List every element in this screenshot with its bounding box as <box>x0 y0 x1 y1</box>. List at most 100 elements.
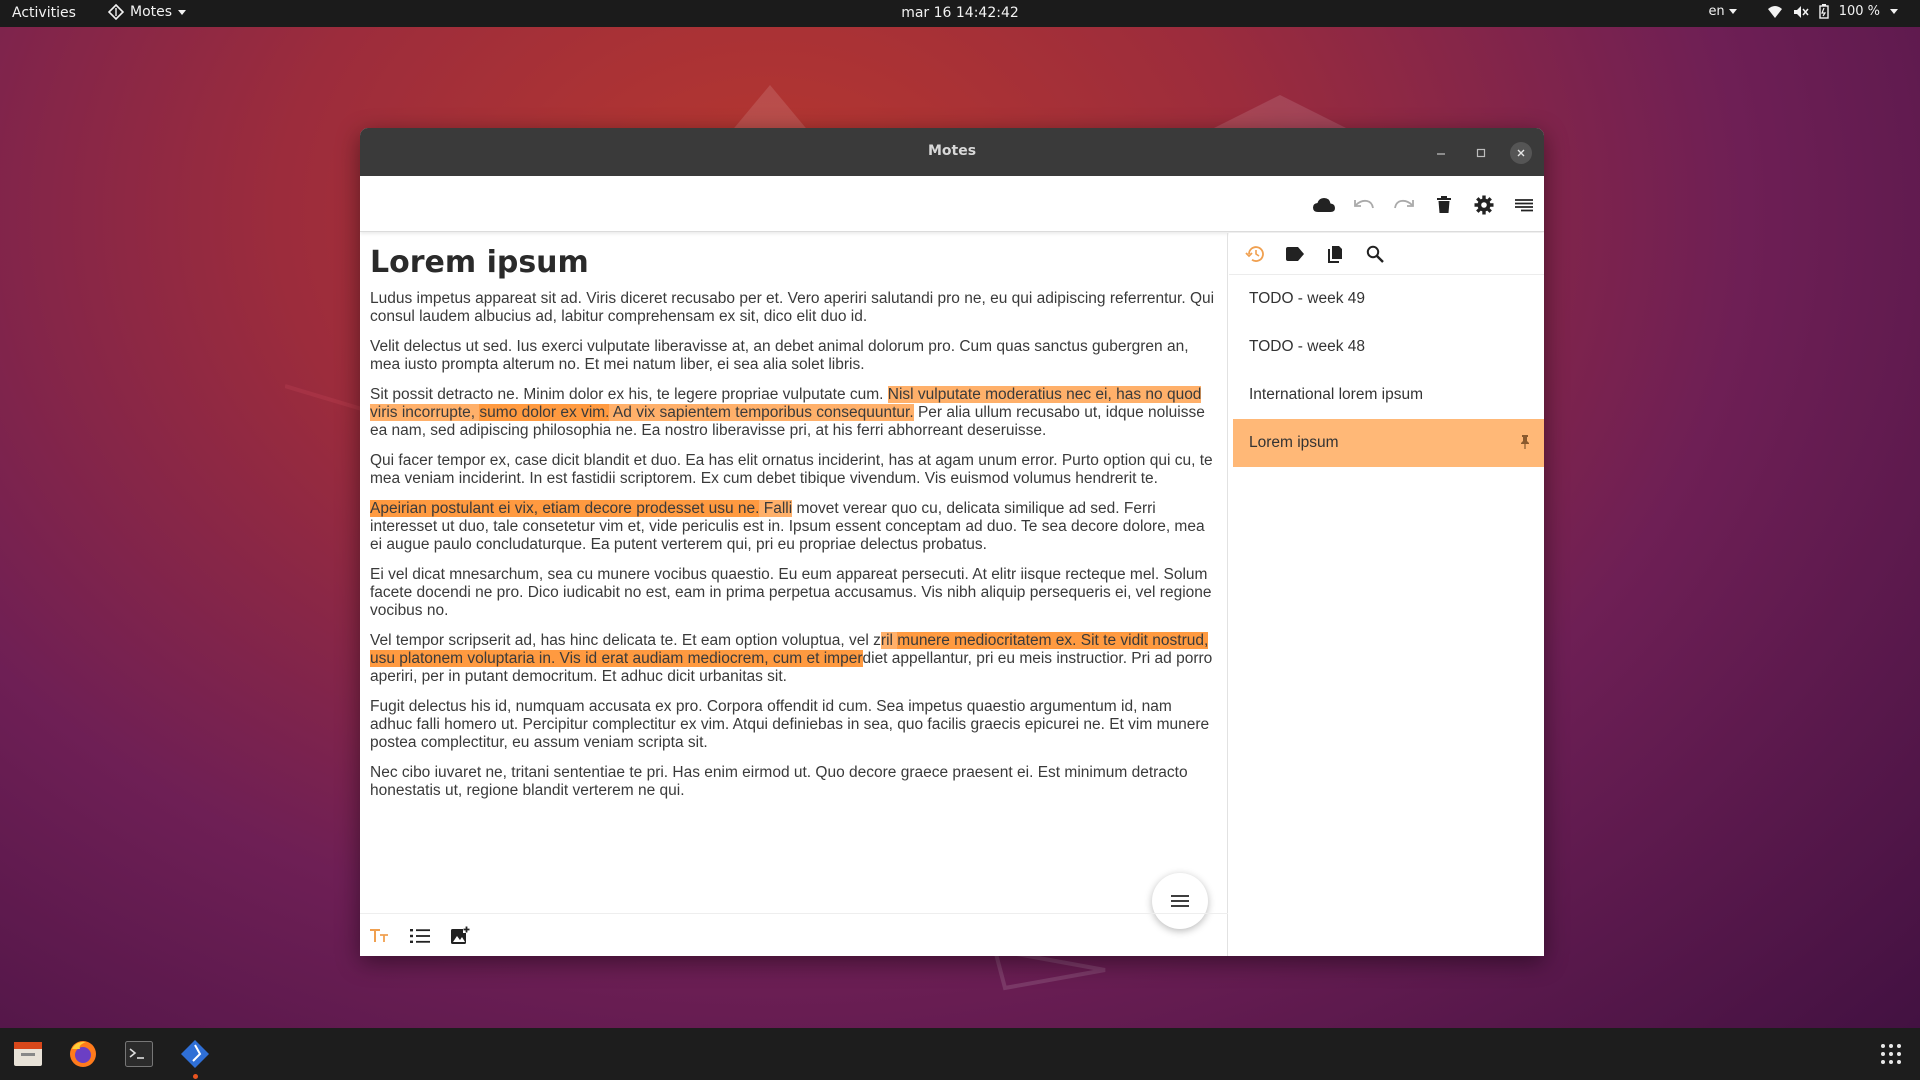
paragraph-text: Vel tempor scripserit ad, has hinc delic… <box>370 632 881 649</box>
battery-icon <box>1818 4 1829 19</box>
tab-recent[interactable] <box>1242 241 1268 267</box>
paragraph-text: Sit possit detracto ne. Minim dolor ex h… <box>370 386 888 403</box>
list-item[interactable]: International lorem ipsum <box>1233 371 1544 419</box>
tag-icon <box>1286 247 1304 261</box>
highlighted-text: Apeirian postulant ei vix, etiam decore … <box>370 500 760 517</box>
undo-button[interactable] <box>1351 192 1377 218</box>
note-editor[interactable]: Lorem ipsum Ludus impetus appareat sit a… <box>360 233 1228 956</box>
paragraph-text: Nec cibo iuvaret ne, tritani sententiae … <box>370 764 1188 799</box>
paragraph-text: Fugit delectus his id, numquam accusata … <box>370 698 1210 751</box>
paragraph-text: Velit delectus ut sed. Ius exerci vulput… <box>370 338 1189 373</box>
settings-button[interactable] <box>1471 192 1497 218</box>
undo-icon <box>1354 199 1374 209</box>
gear-icon <box>1474 195 1494 215</box>
language-label: en <box>1708 4 1725 19</box>
cloud-icon <box>1313 198 1335 212</box>
toolbar <box>360 176 1544 232</box>
running-indicator <box>193 1074 198 1079</box>
note-list-label: TODO - week 48 <box>1249 338 1366 355</box>
note-list-label: International lorem ipsum <box>1249 386 1424 403</box>
list-item[interactable]: TODO - week 48 <box>1233 323 1544 371</box>
language-indicator[interactable]: en <box>1708 4 1737 19</box>
close-icon <box>1517 149 1525 157</box>
insert-image-button[interactable] <box>448 924 472 948</box>
background-shape <box>992 950 1106 991</box>
note-paragraph[interactable]: Vel tempor scripserit ad, has hinc delic… <box>370 632 1218 686</box>
window-title: Motes <box>927 143 977 159</box>
redo-button[interactable] <box>1391 192 1417 218</box>
activities-button[interactable]: Activities <box>12 5 76 21</box>
dock <box>0 1028 1920 1080</box>
paragraph-text: Ludus impetus appareat sit ad. Viris dic… <box>370 290 1215 325</box>
highlighted-text: Ad vix sapientem temporibus consequuntur… <box>609 404 914 421</box>
list-item[interactable]: TODO - week 49 <box>1233 275 1544 323</box>
clock[interactable]: mar 16 14:42:42 <box>901 5 1019 21</box>
note-paragraph[interactable]: Ludus impetus appareat sit ad. Viris dic… <box>370 290 1218 326</box>
motes-window: Motes Lorem ipsum Ludus impetus appareat… <box>360 128 1544 956</box>
tab-search[interactable] <box>1362 241 1388 267</box>
close-button[interactable] <box>1510 142 1532 164</box>
note-paragraph[interactable]: Ei vel dicat mnesarchum, sea cu munere v… <box>370 566 1218 620</box>
paragraph-text: Ei vel dicat mnesarchum, sea cu munere v… <box>370 566 1212 619</box>
note-paragraph[interactable]: Qui facer tempor ex, case dicit blandit … <box>370 452 1218 488</box>
system-tray[interactable]: en 100 % <box>1708 4 1898 19</box>
documents-icon <box>1328 246 1342 263</box>
sync-button[interactable] <box>1311 192 1337 218</box>
firefox-app[interactable] <box>67 1038 99 1070</box>
menu-icon <box>1515 199 1533 212</box>
highlighted-text: ril <box>880 632 898 649</box>
note-body[interactable]: Ludus impetus appareat sit ad. Viris dic… <box>370 290 1218 812</box>
firefox-icon <box>70 1041 96 1067</box>
note-title[interactable]: Lorem ipsum <box>370 245 589 280</box>
note-paragraph[interactable]: Fugit delectus his id, numquam accusata … <box>370 698 1218 752</box>
bulleted-list-icon <box>410 929 430 943</box>
show-applications-button[interactable] <box>1875 1038 1907 1070</box>
note-paragraph[interactable]: Sit possit detracto ne. Minim dolor ex h… <box>370 386 1218 440</box>
terminal-icon <box>125 1041 153 1067</box>
note-paragraph[interactable]: Nec cibo iuvaret ne, tritani sententiae … <box>370 764 1218 800</box>
motes-app[interactable] <box>179 1038 211 1079</box>
app-menu-label: Motes <box>130 4 173 20</box>
minimize-button[interactable] <box>1430 142 1452 164</box>
add-image-icon <box>451 926 470 944</box>
motes-app-icon <box>108 4 124 20</box>
list-item[interactable]: Lorem ipsum <box>1233 419 1544 467</box>
maximize-button[interactable] <box>1470 142 1492 164</box>
chevron-down-icon <box>1728 9 1737 14</box>
paragraph-text: Qui facer tempor ex, case dicit blandit … <box>370 452 1213 487</box>
files-app[interactable] <box>12 1038 44 1070</box>
pin-icon[interactable] <box>1520 435 1530 449</box>
history-icon <box>1245 246 1264 262</box>
highlighted-text: Falli <box>759 500 793 517</box>
files-icon <box>14 1042 42 1066</box>
title-bar[interactable]: Motes <box>360 128 1544 176</box>
chevron-down-icon <box>1890 9 1898 14</box>
note-paragraph[interactable]: Apeirian postulant ei vix, etiam decore … <box>370 500 1218 554</box>
battery-percentage: 100 % <box>1838 4 1880 19</box>
tab-tags[interactable] <box>1282 241 1308 267</box>
terminal-app[interactable] <box>123 1038 155 1070</box>
redo-icon <box>1394 199 1414 209</box>
sidebar-tabs <box>1229 233 1544 275</box>
delete-button[interactable] <box>1431 192 1457 218</box>
motes-icon <box>181 1040 209 1068</box>
list-button[interactable] <box>408 924 432 948</box>
notes-sidebar: TODO - week 49 TODO - week 48 Internationa… <box>1229 233 1544 956</box>
search-icon <box>1366 245 1384 263</box>
minimize-icon <box>1437 153 1445 155</box>
text-style-button[interactable] <box>367 924 391 948</box>
menu-icon <box>1171 895 1189 907</box>
format-bar <box>360 913 1228 956</box>
note-paragraph[interactable]: Velit delectus ut sed. Ius exerci vulput… <box>370 338 1218 374</box>
note-list-label: TODO - week 49 <box>1249 290 1366 307</box>
app-menu[interactable]: Motes <box>108 4 187 20</box>
sidebar-toggle-button[interactable] <box>1511 192 1537 218</box>
tab-documents[interactable] <box>1322 241 1348 267</box>
text-size-icon <box>370 929 388 942</box>
notes-list: TODO - week 49 TODO - week 48 Internationa… <box>1233 275 1544 467</box>
top-bar: Activities Motes mar 16 14:42:42 en 100 … <box>0 0 1920 27</box>
trash-icon <box>1437 196 1451 213</box>
wifi-icon <box>1767 5 1782 18</box>
highlighted-text: sumo dolor ex vim. <box>479 404 610 421</box>
maximize-icon <box>1476 148 1486 158</box>
